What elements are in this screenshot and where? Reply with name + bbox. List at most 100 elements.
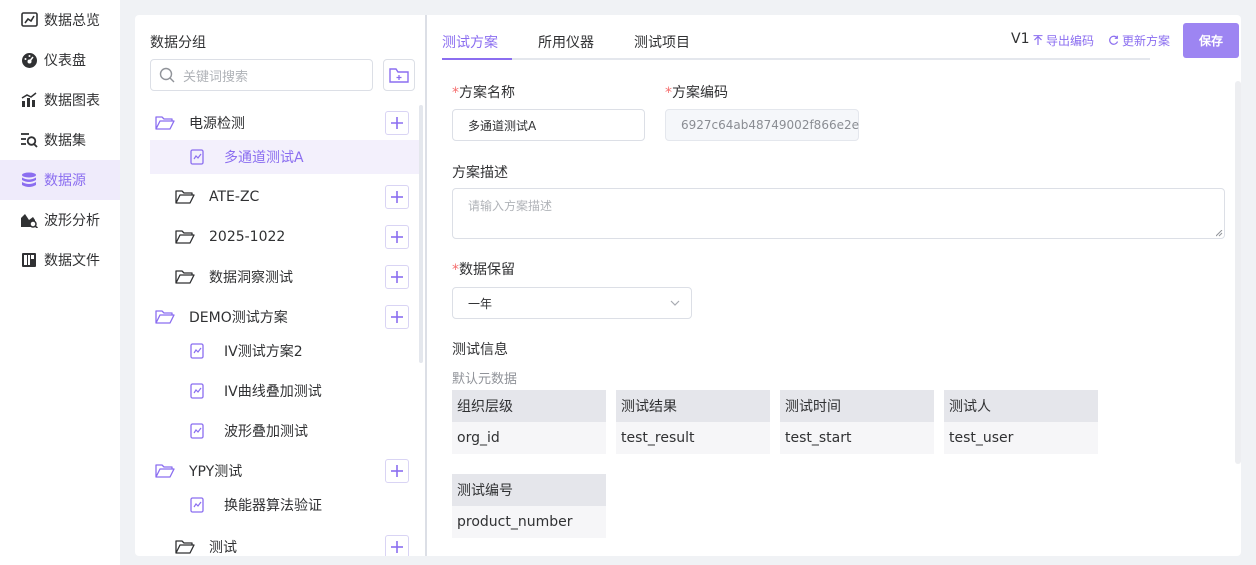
metadata-key: test_result: [616, 422, 770, 454]
metadata-card: 测试人 test_user: [944, 390, 1098, 454]
tree-group-row[interactable]: YPY测试: [135, 454, 420, 488]
nav-item-label: 波形分析: [44, 213, 100, 229]
data-retention-select[interactable]: 一年: [452, 287, 692, 319]
tree-row-label: 多通道测试A: [224, 150, 304, 166]
tab-test-scheme[interactable]: 测试方案: [442, 32, 498, 52]
add-child-button[interactable]: [385, 225, 409, 249]
add-child-button[interactable]: [385, 305, 409, 329]
nav-item-label: 数据总览: [44, 13, 100, 29]
database-icon: [20, 171, 38, 189]
nav-item-datasets[interactable]: 数据集: [0, 120, 120, 160]
metadata-key: org_id: [452, 422, 606, 454]
tree-leaf-row[interactable]: IV曲线叠加测试: [135, 374, 420, 408]
test-info-label: 测试信息: [452, 342, 508, 358]
tree-leaf-row[interactable]: IV测试方案2: [135, 334, 420, 368]
plus-icon: [391, 191, 403, 203]
dataset-search-icon: [20, 131, 38, 149]
tree-row-label: 测试: [209, 540, 237, 556]
scheme-description-textarea[interactable]: 请输入方案描述: [452, 188, 1225, 239]
tree-row-label: YPY测试: [189, 464, 243, 480]
add-child-button[interactable]: [385, 535, 409, 556]
tab-test-items[interactable]: 测试项目: [634, 32, 690, 52]
metadata-card: 测试编号 product_number: [452, 474, 606, 538]
test-file-icon: [190, 342, 210, 360]
metadata-title: 测试结果: [616, 390, 770, 422]
save-button[interactable]: 保存: [1183, 23, 1239, 58]
nav-item-data-files[interactable]: 数据文件: [0, 240, 120, 280]
chevron-down-icon: [670, 300, 680, 306]
dashboard-chart-icon: [20, 11, 38, 29]
nav-item-label: 数据文件: [44, 253, 100, 269]
tree-group-row[interactable]: ATE-ZC: [135, 180, 420, 214]
tree-leaf-row[interactable]: 换能器算法验证: [135, 488, 420, 522]
metadata-key: test_start: [780, 422, 934, 454]
test-file-icon: [190, 422, 210, 440]
tree-leaf-row-selected[interactable]: 多通道测试A: [150, 140, 420, 174]
tree-row-label: 换能器算法验证: [224, 498, 322, 514]
folder-icon: [175, 268, 195, 286]
metadata-card: 测试时间 test_start: [780, 390, 934, 454]
add-folder-button[interactable]: [383, 59, 415, 91]
nav-item-dashboard[interactable]: 仪表盘: [0, 40, 120, 80]
add-child-button[interactable]: [385, 265, 409, 289]
bar-chart-icon: [20, 91, 38, 109]
metadata-card: 测试结果 test_result: [616, 390, 770, 454]
search-placeholder: 关键词搜索: [183, 69, 249, 85]
keyword-search-input[interactable]: 关键词搜索: [150, 59, 373, 91]
test-file-icon: [190, 148, 210, 166]
tree-leaf-row[interactable]: 波形叠加测试: [135, 414, 420, 448]
plus-icon: [391, 231, 403, 243]
scheme-name-input[interactable]: 多通道测试A: [452, 109, 645, 141]
tree-row-label: 数据洞察测试: [209, 270, 293, 286]
metadata-card: 组织层级 org_id: [452, 390, 606, 454]
data-retention-value: 一年: [468, 296, 493, 311]
tree-group-row[interactable]: 电源检测: [135, 106, 420, 140]
scheme-code-label-text: 方案编码: [672, 85, 728, 101]
metadata-title: 测试编号: [452, 474, 606, 506]
tab-instruments[interactable]: 所用仪器: [538, 32, 594, 52]
nav-item-waveform-analysis[interactable]: 波形分析: [0, 200, 120, 240]
plus-icon: [391, 311, 403, 323]
main-scrollbar[interactable]: [1235, 81, 1241, 464]
tree-group-row[interactable]: 测试: [135, 530, 420, 556]
required-mark: *: [452, 262, 459, 278]
folder-add-icon: [389, 67, 409, 83]
tree-row-label: 电源检测: [189, 116, 245, 132]
nav-item-data-overview[interactable]: 数据总览: [0, 0, 120, 40]
tree-scrollbar[interactable]: [419, 105, 423, 363]
nav-item-data-sources[interactable]: 数据源: [0, 160, 120, 200]
required-mark: *: [665, 85, 672, 101]
nav-item-data-charts[interactable]: 数据图表: [0, 80, 120, 120]
search-icon: [159, 67, 175, 83]
tree-row-label: DEMO测试方案: [189, 310, 288, 326]
update-scheme-link[interactable]: 更新方案: [1108, 32, 1170, 49]
scheme-code-label: *方案编码: [665, 82, 728, 102]
tree-row-label: IV测试方案2: [224, 344, 303, 360]
metadata-title: 测试时间: [780, 390, 934, 422]
add-child-button[interactable]: [385, 185, 409, 209]
version-label: V1: [1011, 31, 1030, 47]
tree-group-row[interactable]: 2025-1022: [135, 220, 420, 254]
refresh-icon: [1109, 35, 1119, 45]
plus-icon: [391, 465, 403, 477]
upload-icon: [1033, 35, 1043, 45]
folder-icon: [175, 188, 195, 206]
resize-handle-icon: [1216, 230, 1223, 237]
export-code-link[interactable]: 导出编码: [1033, 32, 1094, 49]
add-child-button[interactable]: [385, 459, 409, 483]
metadata-key: product_number: [452, 506, 606, 538]
scheme-code-input[interactable]: 6927c64ab48749002f866e2e: [665, 109, 859, 141]
add-child-button[interactable]: [385, 111, 409, 135]
tree-row-label: ATE-ZC: [209, 189, 260, 205]
nav-item-label: 数据集: [44, 133, 86, 149]
metadata-key: test_user: [944, 422, 1098, 454]
side-nav: 数据总览 仪表盘 数据图表 数据集 数据源 波形分析 数据文件: [0, 0, 120, 565]
nav-item-label: 仪表盘: [44, 53, 86, 69]
metadata-title: 测试人: [944, 390, 1098, 422]
tree-group-row[interactable]: 数据洞察测试: [135, 260, 420, 294]
export-code-label: 导出编码: [1046, 34, 1095, 48]
tree-group-row[interactable]: DEMO测试方案: [135, 300, 420, 334]
waveform-icon: [20, 211, 38, 229]
gauge-icon: [20, 51, 38, 69]
data-retention-label-text: 数据保留: [459, 262, 515, 278]
